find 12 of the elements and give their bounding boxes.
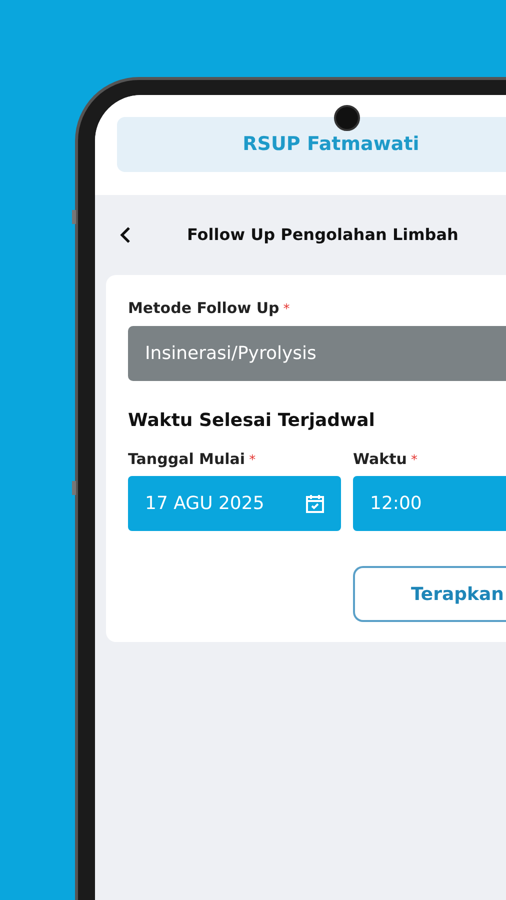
field-label: Tanggal Mulai <box>128 448 246 470</box>
page-title: Follow Up Pengolahan Limbah <box>187 224 458 246</box>
time-field[interactable]: 12:00 <box>353 476 506 531</box>
hospital-name: RSUP Fatmawati <box>242 132 420 158</box>
apply-button[interactable]: Terapkan <box>353 566 506 622</box>
field-label: Waktu <box>353 448 407 470</box>
section-title: Waktu Selesai Terjadwal <box>128 408 376 432</box>
required-mark: * <box>410 452 418 470</box>
date-field[interactable]: 17 AGU 2025 <box>128 476 341 531</box>
field-label: Metode Follow Up <box>128 298 280 319</box>
required-mark: * <box>283 301 290 319</box>
required-mark: * <box>249 452 256 470</box>
